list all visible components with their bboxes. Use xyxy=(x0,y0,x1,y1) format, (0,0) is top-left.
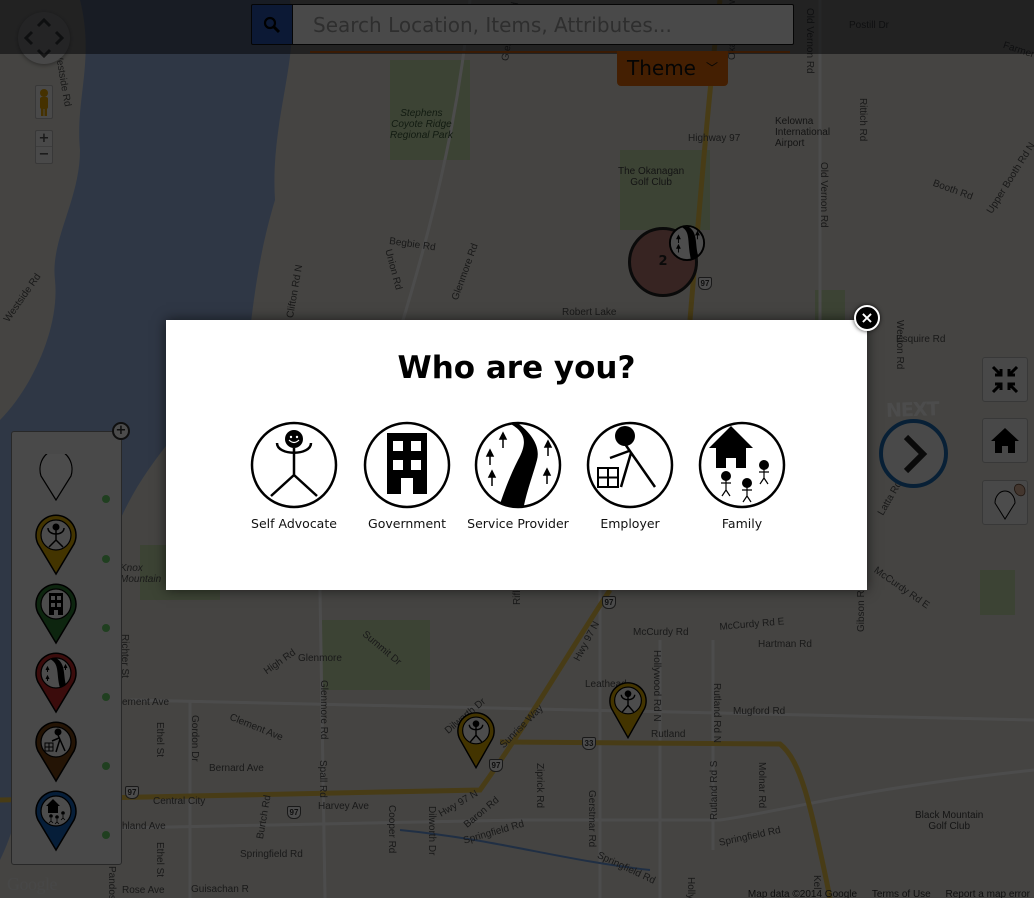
choice-government[interactable]: Government xyxy=(351,420,463,531)
choice-family[interactable]: Family xyxy=(686,420,798,531)
choice-employer[interactable]: Employer xyxy=(574,420,686,531)
choice-self-advocate[interactable]: Self Advocate xyxy=(238,420,350,531)
choice-service-provider[interactable]: Service Provider xyxy=(462,420,574,531)
choice-label: Self Advocate xyxy=(251,516,337,531)
road-trees-icon xyxy=(474,421,562,509)
close-icon[interactable]: × xyxy=(854,305,880,331)
choice-label: Employer xyxy=(600,516,660,531)
choice-label: Service Provider xyxy=(467,516,569,531)
stick-figure-icon xyxy=(250,421,338,509)
choice-label: Government xyxy=(368,516,446,531)
worker-icon xyxy=(586,421,674,509)
house-family-icon xyxy=(698,421,786,509)
building-icon xyxy=(363,421,451,509)
choice-label: Family xyxy=(721,516,763,531)
who-are-you-modal: Who are you? Self Advocate Government Se… xyxy=(166,320,867,590)
modal-title: Who are you? xyxy=(397,350,636,386)
